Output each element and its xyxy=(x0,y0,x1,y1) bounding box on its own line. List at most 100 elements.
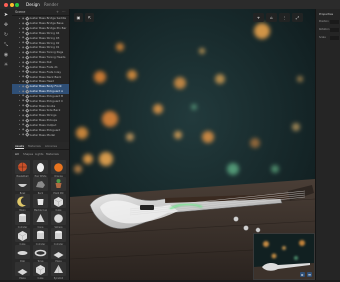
layer-label: Guitar Bass Pickguard C xyxy=(29,98,64,103)
cube-icon xyxy=(33,262,48,276)
filter-shapes[interactable]: Shapes xyxy=(23,152,33,156)
asset-item[interactable]: Plane xyxy=(15,262,30,282)
fullscreen-icon[interactable]: ⤢ xyxy=(292,13,303,22)
moon-icon xyxy=(15,194,30,208)
mesh-icon xyxy=(25,35,30,40)
disclosure-icon[interactable]: ▸ xyxy=(12,128,22,131)
cup-icon xyxy=(33,194,48,208)
render-preview[interactable]: ▸ ≡ xyxy=(253,233,315,280)
active-tab-indicator xyxy=(15,148,24,149)
basketball-icon xyxy=(15,160,30,174)
properties-title: Properties xyxy=(319,12,334,16)
rotation-field[interactable] xyxy=(330,27,339,32)
disclosure-icon[interactable]: ▸ xyxy=(12,46,22,49)
layer-label: Guitar Bass String 02 xyxy=(29,40,60,45)
disclosure-icon[interactable]: ▸ xyxy=(12,51,22,54)
add-icon[interactable]: + xyxy=(56,10,59,14)
mesh-icon xyxy=(25,50,30,55)
disclosure-icon[interactable]: ▸ xyxy=(12,70,22,73)
scale-field[interactable] xyxy=(330,35,339,40)
layer-row[interactable]: ▸ ◉ Guitar Bass Model xyxy=(12,132,69,137)
disclosure-icon[interactable]: ▸ xyxy=(12,80,22,83)
rotate-icon[interactable]: ↻ xyxy=(3,33,9,38)
disclosure-icon[interactable]: ▸ xyxy=(12,119,22,122)
tab-assets[interactable]: Assets xyxy=(15,144,24,148)
position-field[interactable] xyxy=(330,19,339,24)
layer-list: ▸ ◉ Guitar Bass Bridge Saddle ▸ ◉ Guitar Bass… xyxy=(12,16,69,137)
disclosure-icon[interactable]: ▸ xyxy=(12,75,22,78)
disclosure-icon[interactable]: ▸ xyxy=(12,85,22,88)
disclosure-icon[interactable]: ▸ xyxy=(12,109,22,112)
tab-libraries[interactable]: Libraries xyxy=(45,144,57,148)
zoom-window-button[interactable] xyxy=(15,2,19,7)
layer-label: Guitar Bass Output xyxy=(29,122,57,127)
mesh-icon xyxy=(25,45,30,50)
camera-icon[interactable]: ⌖ xyxy=(253,13,264,22)
disclosure-icon[interactable]: ▸ xyxy=(12,36,22,39)
layer-label: Guitar Bass Pickups xyxy=(29,118,58,123)
layout-icon[interactable]: ▣ xyxy=(74,13,83,22)
tab-design[interactable]: Design xyxy=(26,2,40,7)
layer-label: Guitar Bass Tuning Heads xyxy=(29,55,66,60)
disclosure-icon[interactable]: ▸ xyxy=(12,31,22,34)
select-arrow-icon[interactable]: ➤ xyxy=(3,13,9,18)
disclosure-icon[interactable]: ▸ xyxy=(12,65,22,68)
filter-materials[interactable]: Materials xyxy=(46,152,59,156)
bowl-icon xyxy=(15,177,30,191)
layer-label: Guitar Bass String 01 xyxy=(29,45,60,50)
transform-icon[interactable]: ⇱ xyxy=(85,13,94,22)
layer-label: Guitar Bass Strings xyxy=(29,113,57,118)
layer-label: Guitar Bass Pickguard B xyxy=(29,93,64,98)
mesh-icon xyxy=(25,31,30,35)
scale-icon[interactable]: ⤡ xyxy=(3,43,9,48)
disclosure-icon[interactable]: ▸ xyxy=(12,22,22,25)
asset-item[interactable]: Cube xyxy=(33,262,48,282)
preview-play-icon[interactable]: ▸ xyxy=(300,272,305,277)
sphere-icon xyxy=(51,211,66,225)
tab-render[interactable]: Render xyxy=(44,2,58,7)
tab-materials[interactable]: Materials xyxy=(28,144,41,148)
scene-panel-title: Scene xyxy=(15,9,26,14)
disclosure-icon[interactable]: ▸ xyxy=(12,123,22,126)
disk-icon xyxy=(15,245,30,259)
filter-all[interactable]: All xyxy=(15,152,18,156)
scene-panel-header: Scene + ⋯ xyxy=(12,9,69,16)
rock-icon xyxy=(33,177,48,191)
move-icon[interactable]: ✥ xyxy=(3,23,9,28)
disclosure-icon[interactable]: ▸ xyxy=(12,27,22,30)
layer-label: Guitar Bass Nut xyxy=(29,60,52,65)
pot-icon xyxy=(51,177,66,191)
asset-item[interactable]: Pyramid xyxy=(51,262,66,282)
disclosure-icon[interactable]: ▸ xyxy=(12,94,22,97)
disclosure-icon[interactable]: ▸ xyxy=(12,56,22,59)
disclosure-icon[interactable]: ▸ xyxy=(12,104,22,107)
disclosure-icon[interactable]: ▸ xyxy=(12,114,22,117)
mesh-icon xyxy=(25,74,30,79)
more-icon[interactable]: ⋯ xyxy=(62,10,66,14)
lock-icon[interactable]: ⌂ xyxy=(266,13,277,22)
layer-label: Guitar Bass Model xyxy=(29,132,55,137)
close-window-button[interactable] xyxy=(4,2,8,7)
library-tabs: Assets Materials Libraries xyxy=(12,142,69,150)
grid-icon[interactable]: ⋮ xyxy=(279,13,290,22)
layer-label: Guitar Bass Pickguard xyxy=(29,127,61,132)
filter-lights[interactable]: Lights xyxy=(35,152,43,156)
disclosure-icon[interactable]: ▸ xyxy=(12,17,22,20)
light-icon[interactable]: ☀ xyxy=(3,63,9,68)
disclosure-icon[interactable]: ▸ xyxy=(12,99,22,102)
viewport[interactable]: ▣ ⇱ ⌖ ⌂ ⋮ ⤢ ▸ ≡ xyxy=(70,9,315,280)
disclosure-icon[interactable]: ▸ xyxy=(12,61,22,64)
preview-settings-icon[interactable]: ≡ xyxy=(307,272,312,277)
disclosure-icon[interactable]: ▸ xyxy=(12,90,22,93)
disclosure-icon[interactable]: ▸ xyxy=(12,41,22,44)
cube-icon xyxy=(15,228,30,242)
properties-panel: Properties Position Rotation Scale xyxy=(315,9,340,280)
disclosure-icon[interactable]: ▸ xyxy=(12,133,22,136)
pyramid-icon xyxy=(51,262,66,276)
layer-label: Guitar Bass Tuning Pegs xyxy=(29,50,64,55)
layer-label: Guitar Bass Knobs xyxy=(29,103,56,108)
plane-icon xyxy=(15,262,30,276)
cylinder-icon xyxy=(15,211,30,225)
camera-icon[interactable]: ◉ xyxy=(3,53,9,58)
minimize-window-button[interactable] xyxy=(9,2,14,7)
